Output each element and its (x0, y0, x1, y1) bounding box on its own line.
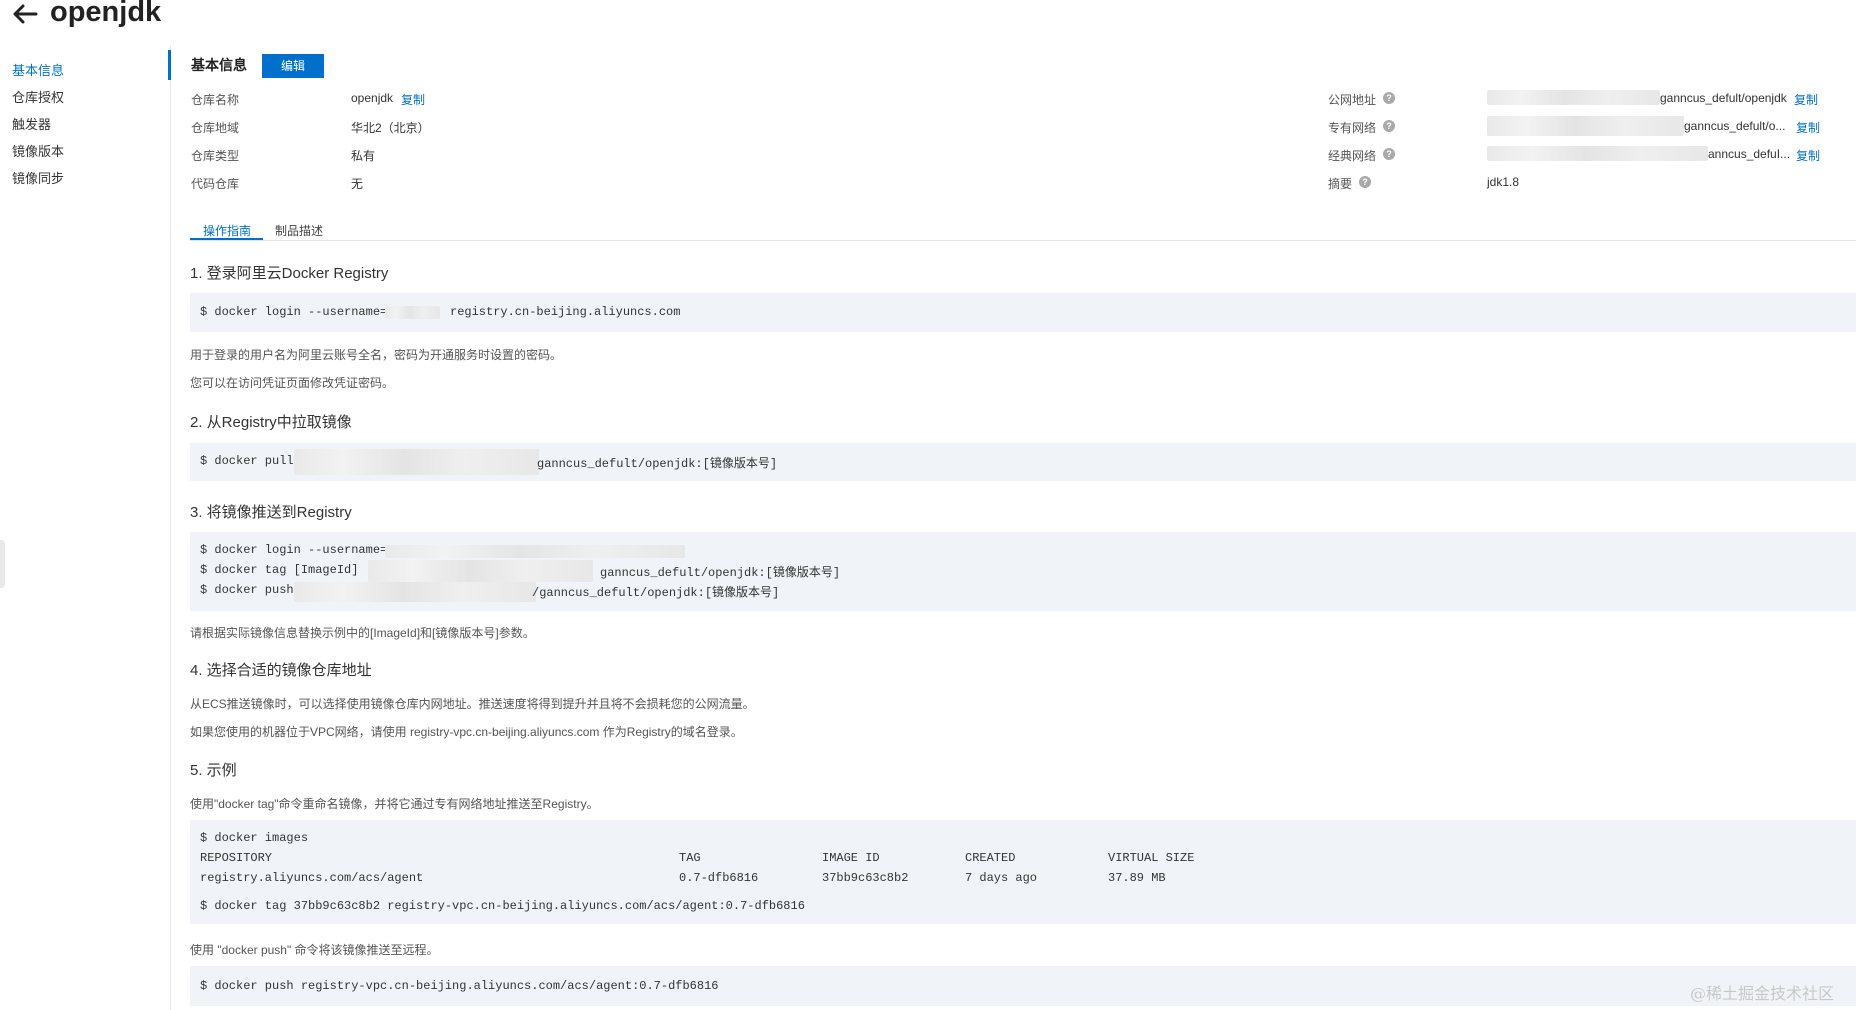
step-1-note-2: 您可以在访问凭证页面修改凭证密码。 (190, 376, 395, 390)
tabs-divider (190, 240, 1856, 241)
digest-label: 摘要 (1328, 177, 1353, 191)
repo-name-label: 仓库名称 (191, 93, 240, 107)
code-block-example: $ docker images REPOSITORY TAG IMAGE ID … (190, 820, 1856, 924)
watermark: @稀土掘金技术社区 (1690, 984, 1835, 1003)
repo-type-value: 私有 (351, 149, 376, 163)
table-header-virtual-size: VIRTUAL SIZE (1108, 851, 1195, 865)
public-address-label: 公网地址 (1328, 93, 1377, 107)
repo-name-value: openjdk (351, 91, 394, 105)
classic-address-value: anncus_defuI... (1708, 147, 1791, 161)
table-cell: 0.7-dfb6816 (679, 871, 759, 885)
sidebar-item-repo-auth[interactable]: 仓库授权 (12, 87, 64, 106)
redacted-region (1487, 146, 1708, 161)
redacted-region (294, 582, 536, 602)
redacted-region (294, 449, 539, 475)
copy-vpc-address-link[interactable]: 复制 (1796, 119, 1820, 136)
step-5-heading: 5. 示例 (190, 762, 237, 779)
tab-operation-guide[interactable]: 操作指南 (203, 222, 251, 239)
vpc-address-value: ganncus_defult/o... (1684, 119, 1786, 133)
code-line: /ganncus_defult/openjdk:[镜像版本号] (532, 586, 780, 600)
code-block-push-example: $ docker push registry-vpc.cn-beijing.al… (190, 966, 1856, 1006)
code-line: $ docker tag [ImageId] (200, 563, 359, 577)
step-1-note-1: 用于登录的用户名为阿里云账号全名，密码为开通服务时设置的密码。 (190, 348, 563, 362)
code-block-pull: $ docker pull ganncus_defult/openjdk:[镜像… (190, 443, 1856, 481)
table-cell: registry.aliyuncs.com/acs/agent (200, 871, 424, 885)
redacted-region (1487, 90, 1660, 105)
table-cell: 7 days ago (965, 871, 1038, 885)
code-line: $ docker login --username= (200, 305, 388, 319)
sidebar-active-indicator (168, 50, 171, 80)
classic-address-label: 经典网络 (1328, 149, 1377, 163)
sidebar-collapse-handle[interactable] (0, 540, 5, 588)
table-header-repository: REPOSITORY (200, 851, 273, 865)
copy-public-address-link[interactable]: 复制 (1794, 91, 1818, 108)
table-header-image-id: IMAGE ID (822, 851, 880, 865)
step-3-note: 请根据实际镜像信息替换示例中的[ImageId]和[镜像版本号]参数。 (190, 626, 535, 640)
table-header-tag: TAG (679, 851, 701, 865)
help-icon[interactable]: ? (1359, 176, 1371, 188)
vpc-address-label: 专有网络 (1328, 121, 1377, 135)
step-4-heading: 4. 选择合适的镜像仓库地址 (190, 662, 372, 679)
tab-artifact-description[interactable]: 制品描述 (275, 222, 323, 239)
table-cell: 37bb9c63c8b2 (822, 871, 909, 885)
step-4-note-2: 如果您使用的机器位于VPC网络，请使用 registry-vpc.cn-beij… (190, 725, 743, 739)
code-line: $ docker images (200, 831, 309, 845)
step-2-heading: 2. 从Registry中拉取镜像 (190, 414, 352, 431)
table-header-created: CREATED (965, 851, 1016, 865)
help-icon[interactable]: ? (1383, 148, 1395, 160)
back-arrow-icon[interactable] (10, 2, 40, 26)
code-line: $ docker pull (200, 454, 294, 468)
repo-region-label: 仓库地域 (191, 121, 240, 135)
code-line: ganncus_defult/openjdk:[镜像版本号] (537, 457, 778, 471)
code-line: $ docker tag 37bb9c63c8b2 registry-vpc.c… (200, 899, 805, 913)
page-title: openjdk (50, 0, 162, 28)
public-address-value: ganncus_defult/openjdk (1660, 91, 1787, 105)
step-5-note-1: 使用"docker tag"命令重命名镜像，并将它通过专有网络地址推送至Regi… (190, 797, 599, 811)
digest-value: jdk1.8 (1487, 175, 1520, 189)
repo-type-label: 仓库类型 (191, 149, 240, 163)
sidebar-item-image-versions[interactable]: 镜像版本 (12, 141, 64, 160)
step-1-heading: 1. 登录阿里云Docker Registry (190, 265, 389, 282)
redacted-region (385, 306, 440, 319)
step-5-note-2: 使用 "docker push" 命令将该镜像推送至远程。 (190, 943, 439, 957)
copy-repo-name-link[interactable]: 复制 (401, 91, 425, 108)
sidebar: 基本信息 仓库授权 触发器 镜像版本 镜像同步 (0, 46, 171, 1010)
code-block-login: $ docker login --username= registry.cn-b… (190, 293, 1856, 332)
help-icon[interactable]: ? (1383, 92, 1395, 104)
sidebar-item-basic-info[interactable]: 基本信息 (12, 60, 64, 79)
redacted-region (1487, 116, 1684, 136)
code-line: $ docker push (200, 583, 294, 597)
sidebar-item-triggers[interactable]: 触发器 (12, 114, 51, 133)
table-cell: 37.89 MB (1108, 871, 1166, 885)
code-line: $ docker push registry-vpc.cn-beijing.al… (200, 979, 719, 993)
code-line: registry.cn-beijing.aliyuncs.com (450, 305, 681, 319)
copy-classic-address-link[interactable]: 复制 (1796, 147, 1820, 164)
section-title: 基本信息 (191, 57, 247, 73)
code-line: $ docker login --username= (200, 543, 388, 557)
redacted-region (385, 545, 685, 558)
redacted-region (368, 560, 593, 582)
code-repo-value: 无 (351, 177, 364, 191)
sidebar-item-image-sync[interactable]: 镜像同步 (12, 168, 64, 187)
edit-button[interactable]: 编辑 (262, 54, 324, 78)
step-3-heading: 3. 将镜像推送到Registry (190, 504, 352, 521)
code-repo-label: 代码仓库 (191, 177, 240, 191)
repo-region-value: 华北2（北京） (351, 121, 430, 135)
code-block-push: $ docker login --username= $ docker tag … (190, 532, 1856, 611)
help-icon[interactable]: ? (1383, 120, 1395, 132)
step-4-note-1: 从ECS推送镜像时，可以选择使用镜像仓库内网地址。推送速度将得到提升并且将不会损… (190, 697, 755, 711)
code-line: ganncus_defult/openjdk:[镜像版本号] (600, 566, 841, 580)
